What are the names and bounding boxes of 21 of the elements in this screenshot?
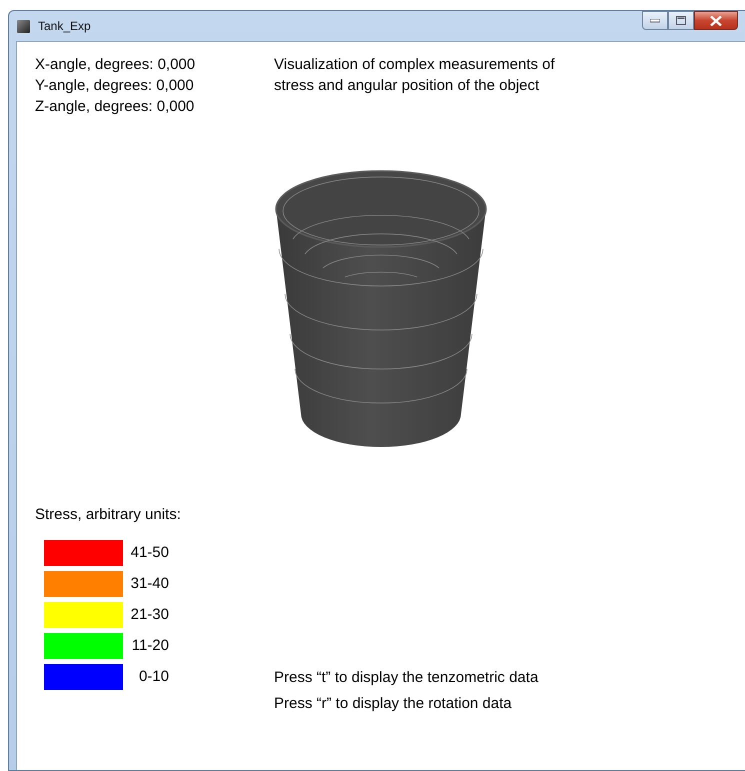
description-text: Visualization of complex measurements of	[274, 55, 555, 75]
angle-readout: X-angle, degrees: 0,000	[35, 55, 196, 75]
angle-readout: Z-angle, degrees: 0,000	[35, 97, 196, 117]
minimize-button[interactable]	[642, 11, 668, 30]
close-button[interactable]	[694, 11, 738, 30]
legend-title: Stress, arbitrary units:	[35, 505, 182, 525]
maximize-icon	[676, 16, 686, 25]
hint-text: Press “t” to display the tenzometric data	[274, 668, 538, 688]
app-icon	[17, 20, 30, 32]
hint-text: Press “r” to display the rotation data	[274, 694, 513, 714]
minimize-icon	[650, 18, 660, 22]
close-icon	[710, 16, 722, 26]
range-label: 21-30	[130, 605, 169, 625]
maximize-button[interactable]	[668, 11, 694, 30]
range-label: 0-10	[138, 667, 169, 687]
window-title: Tank_Exp	[38, 19, 91, 33]
angle-readout: Y-angle, degrees: 0,000	[35, 76, 195, 96]
range-label: 41-50	[130, 543, 169, 563]
range-label: 11-20	[130, 636, 169, 656]
description-text: stress and angular position of the object	[274, 76, 540, 96]
range-label: 31-40	[130, 574, 169, 594]
